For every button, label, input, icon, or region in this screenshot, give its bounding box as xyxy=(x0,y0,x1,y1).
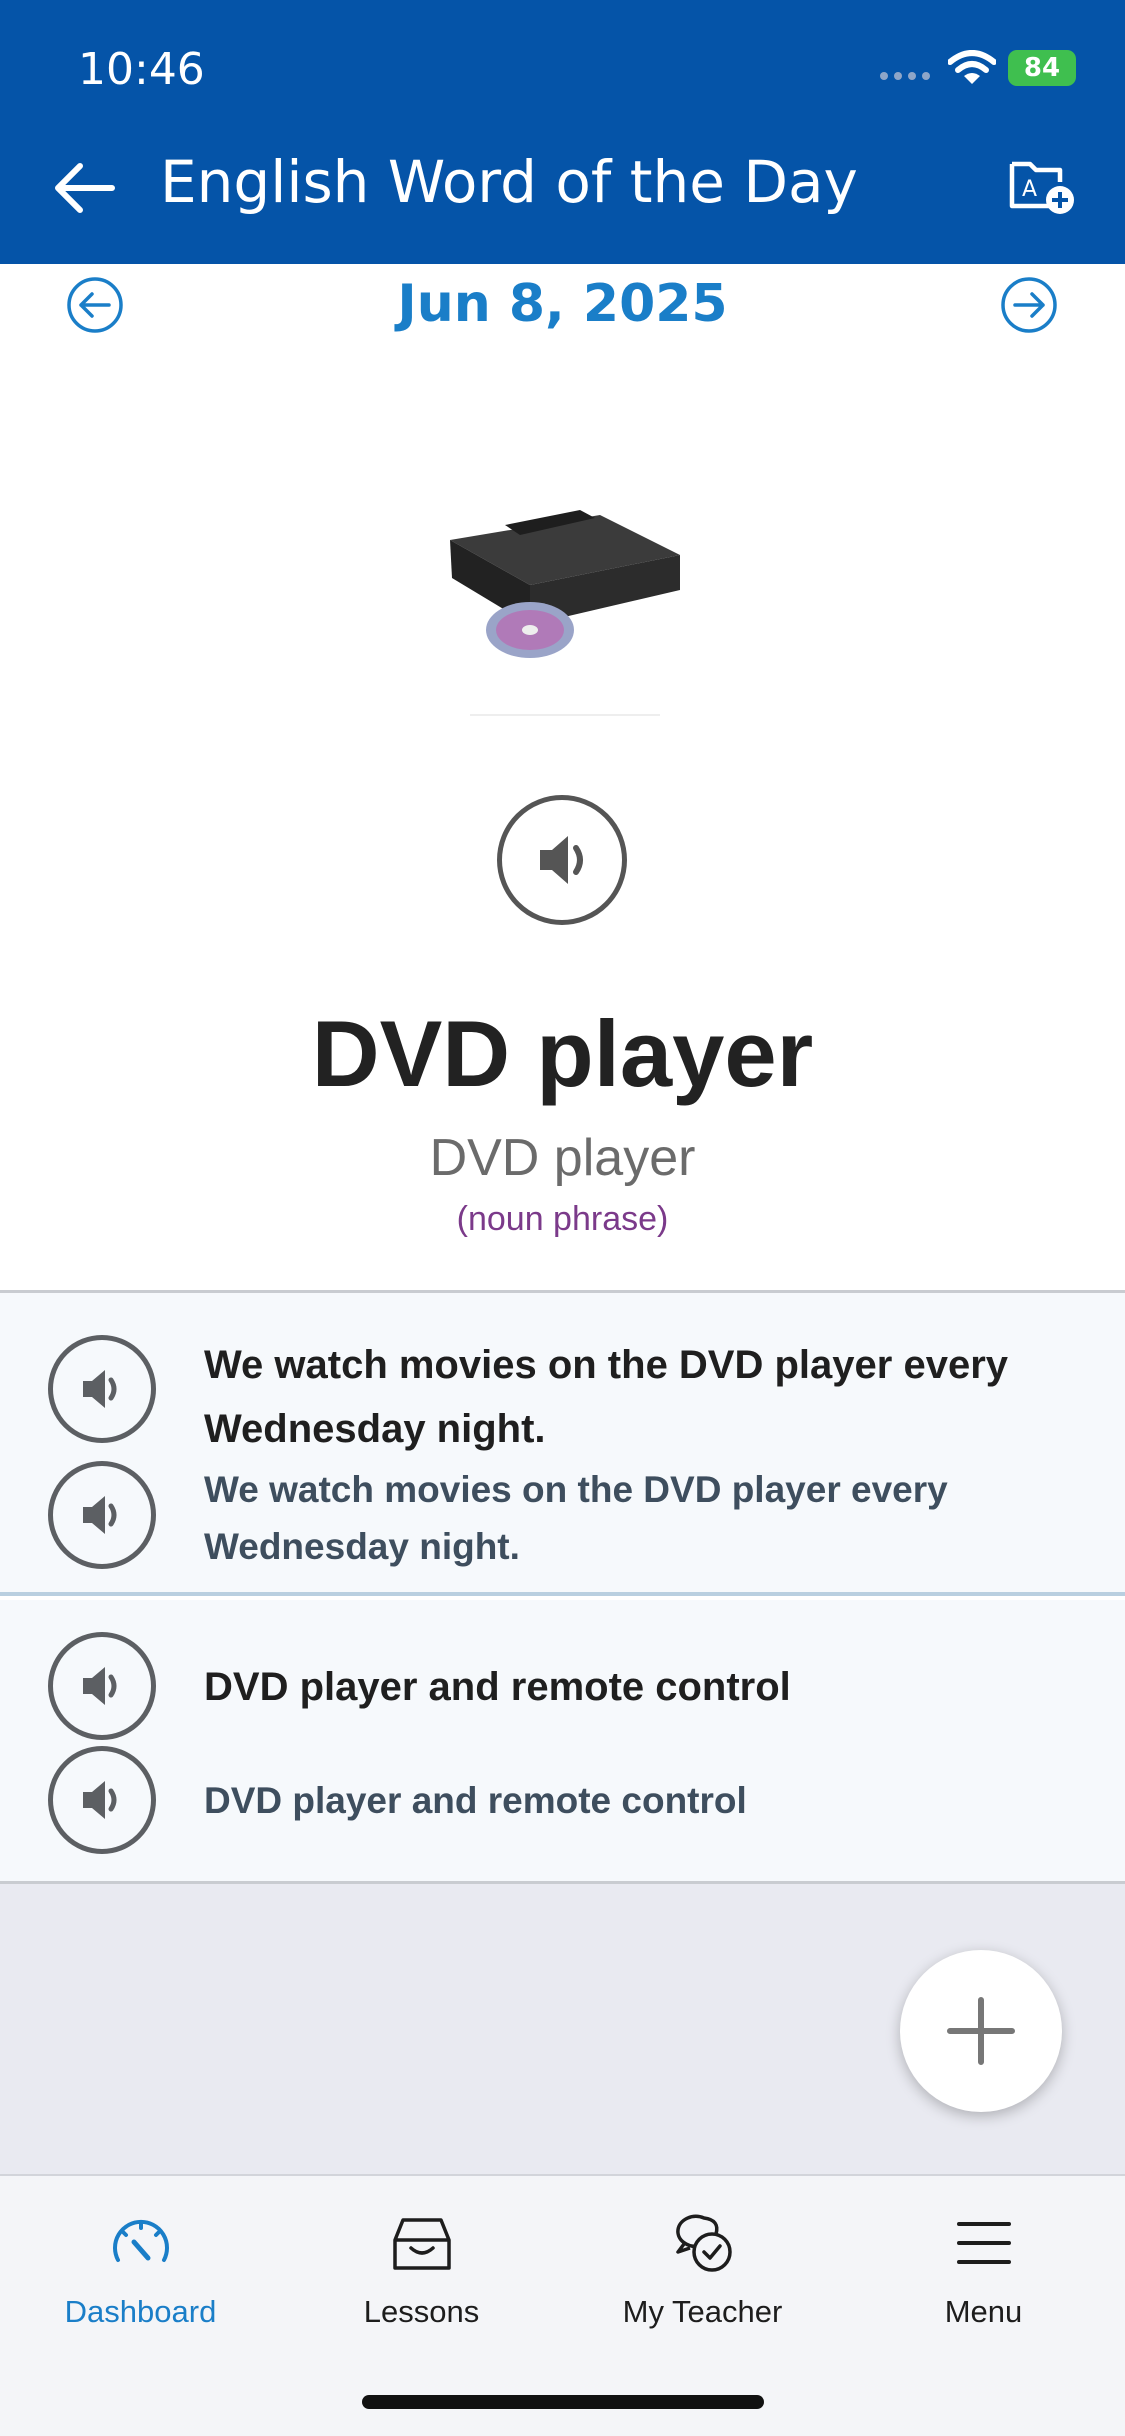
back-arrow-icon[interactable] xyxy=(50,158,118,218)
inbox-tray-icon xyxy=(393,2218,451,2270)
speaker-icon xyxy=(83,1496,117,1534)
svg-text:A: A xyxy=(1022,177,1037,202)
dvd-player-image xyxy=(450,510,680,716)
page-title: English Word of the Day xyxy=(160,148,858,216)
home-indicator xyxy=(362,2395,764,2409)
part-of-speech: (noun phrase) xyxy=(456,1200,669,1238)
example-sentence-card: DVD player and remote control DVD player… xyxy=(0,1600,1125,1884)
tab-dashboard[interactable]: Dashboard xyxy=(0,2176,281,2376)
date-navigation: Jun 8, 2025 xyxy=(0,264,1125,350)
tab-label: Lessons xyxy=(363,2294,480,2329)
example-sentence: We watch movies on the DVD player every … xyxy=(204,1343,1009,1451)
example-sentence: DVD player and remote control xyxy=(204,1665,791,1709)
cellular-signal-icon xyxy=(880,72,930,80)
status-time: 10:46 xyxy=(78,44,205,95)
speaker-icon xyxy=(83,1370,117,1408)
speaker-icon xyxy=(83,1781,117,1819)
word-audio-button[interactable] xyxy=(497,795,627,925)
add-to-folder-icon[interactable]: A xyxy=(1008,150,1078,218)
hamburger-menu-icon xyxy=(957,2222,1011,2264)
plus-icon xyxy=(947,1997,1015,2065)
speaker-icon xyxy=(540,836,583,884)
example-translation: We watch movies on the DVD player every … xyxy=(204,1469,948,1567)
example-sentence-card: We watch movies on the DVD player every … xyxy=(0,1290,1125,1596)
tab-my-teacher[interactable]: My Teacher xyxy=(562,2176,843,2376)
tab-lessons[interactable]: Lessons xyxy=(281,2176,562,2376)
word-subtitle: DVD player xyxy=(429,1129,696,1187)
sentence-audio-button[interactable] xyxy=(48,1335,156,1443)
example-translation: DVD player and remote control xyxy=(204,1780,747,1821)
translation-audio-button[interactable] xyxy=(48,1461,156,1569)
translation-audio-button[interactable] xyxy=(48,1746,156,1854)
wifi-icon xyxy=(948,50,996,84)
chat-bubbles-icon xyxy=(676,2214,732,2272)
circle-arrow-right-icon[interactable] xyxy=(1000,276,1058,334)
app-header: 10:46 84 English Word of the Day A xyxy=(0,0,1125,264)
sentence-audio-button[interactable] xyxy=(48,1632,156,1740)
tab-menu[interactable]: Menu xyxy=(843,2176,1124,2376)
speaker-icon xyxy=(83,1667,117,1705)
battery-indicator: 84 xyxy=(1008,50,1076,86)
tab-label: Dashboard xyxy=(64,2294,217,2329)
speedometer-icon xyxy=(113,2219,169,2262)
date-label: Jun 8, 2025 xyxy=(397,274,728,334)
word-title: DVD player xyxy=(311,1001,814,1106)
tab-label: Menu xyxy=(944,2294,1023,2329)
add-fab-button[interactable] xyxy=(900,1950,1062,2112)
tab-label: My Teacher xyxy=(622,2294,783,2329)
